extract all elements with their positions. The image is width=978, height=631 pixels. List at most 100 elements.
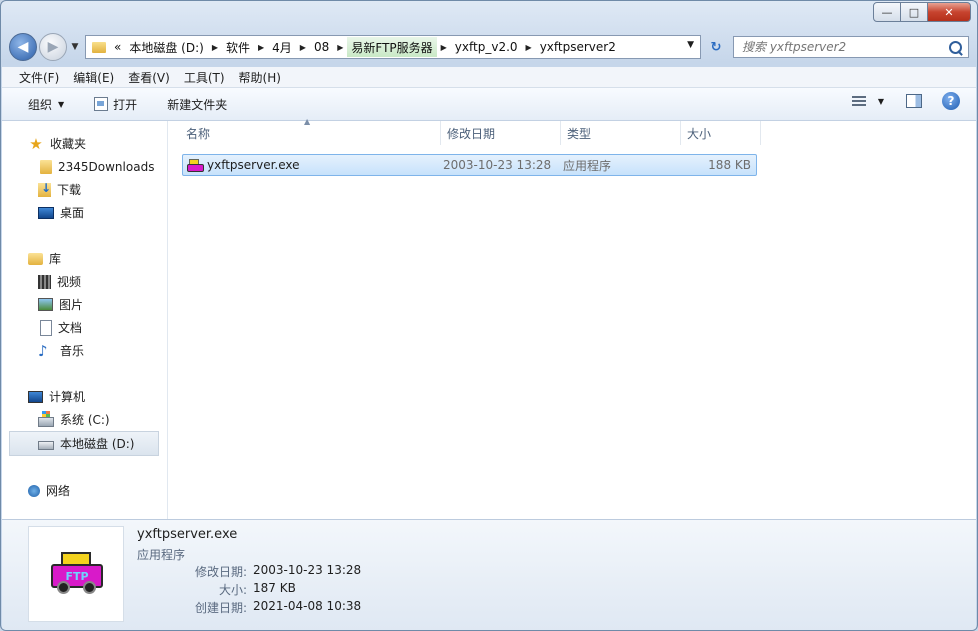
- view-controls: ▼ ?: [851, 92, 960, 110]
- new-folder-button[interactable]: 新建文件夹: [159, 92, 235, 116]
- menu-help[interactable]: 帮助(H): [232, 69, 288, 86]
- file-size: 188 KB: [708, 158, 751, 172]
- breadcrumb-yixin-ftp[interactable]: 易新FTP服务器: [347, 37, 437, 57]
- sidebar-item-pictures[interactable]: 图片: [2, 293, 167, 316]
- back-button[interactable]: ◀: [9, 33, 37, 61]
- breadcrumb-april[interactable]: 4月: [268, 37, 296, 57]
- ftp-truck-icon: FTP: [51, 552, 103, 594]
- view-options-icon[interactable]: [851, 96, 866, 106]
- search-input[interactable]: [740, 39, 944, 55]
- column-modified[interactable]: 修改日期: [441, 121, 561, 145]
- computer-group: 计算机 系统 (C:) 本地磁盘 (D:): [2, 385, 167, 456]
- computer-icon: [28, 390, 43, 403]
- chevron-right-icon[interactable]: ▶: [437, 43, 451, 52]
- menu-view[interactable]: 查看(V): [121, 69, 177, 86]
- breadcrumb-yxftpserver2[interactable]: yxftpserver2: [536, 37, 620, 57]
- file-list: ▲ 名称 修改日期 类型 大小 yxftpserver.exe 2003-10-…: [168, 117, 976, 519]
- column-type[interactable]: 类型: [561, 121, 681, 145]
- file-type: 应用程序: [563, 158, 612, 173]
- close-button[interactable]: ✕: [928, 2, 971, 22]
- sidebar-computer[interactable]: 计算机: [2, 385, 167, 408]
- maximize-button[interactable]: □: [901, 2, 928, 22]
- column-label: 名称: [186, 126, 211, 141]
- chevron-right-icon[interactable]: ▶: [254, 43, 268, 52]
- details-file-type: 应用程序: [137, 548, 186, 562]
- sidebar-item-2345downloads[interactable]: 2345Downloads: [2, 155, 167, 178]
- details-value: 2003-10-23 13:28: [253, 563, 362, 577]
- sidebar-item-drive-d[interactable]: 本地磁盘 (D:): [9, 431, 159, 456]
- view-dropdown-icon[interactable]: ▼: [878, 97, 884, 106]
- sidebar-item-drive-c[interactable]: 系统 (C:): [2, 408, 167, 431]
- open-icon: [94, 97, 109, 111]
- details-label: 创建日期:: [194, 601, 247, 615]
- sidebar-label: 计算机: [49, 390, 86, 404]
- column-name[interactable]: ▲ 名称: [168, 117, 441, 145]
- details-label: 修改日期:: [194, 565, 247, 579]
- sidebar-favorites[interactable]: ★ 收藏夹: [2, 132, 167, 155]
- download-folder-icon: [38, 181, 51, 197]
- open-label: 打开: [113, 97, 138, 112]
- table-row[interactable]: yxftpserver.exe 2003-10-23 13:28 应用程序 18…: [182, 154, 757, 176]
- sidebar-label: 收藏夹: [50, 137, 87, 151]
- help-icon[interactable]: ?: [942, 92, 960, 110]
- navigation-pane: ★ 收藏夹 2345Downloads 下载 桌面 库: [2, 121, 168, 519]
- sidebar-item-desktop[interactable]: 桌面: [2, 201, 167, 224]
- refresh-icon[interactable]: ↻: [705, 36, 727, 58]
- system-drive-icon: [38, 410, 54, 427]
- desktop-icon: [38, 206, 54, 219]
- hard-drive-icon: [38, 441, 54, 450]
- sidebar-libraries[interactable]: 库: [2, 247, 167, 270]
- breadcrumb-overflow[interactable]: «: [110, 37, 125, 57]
- file-thumbnail: FTP: [28, 526, 124, 622]
- organize-label: 组织: [28, 97, 53, 112]
- recent-pages-dropdown[interactable]: ▼: [69, 42, 81, 52]
- favorites-group: ★ 收藏夹 2345Downloads 下载 桌面: [2, 132, 167, 224]
- breadcrumb-yxftp-v2[interactable]: yxftp_v2.0: [451, 37, 522, 57]
- forward-button[interactable]: ▶: [39, 33, 67, 61]
- sidebar-label: 库: [49, 252, 62, 266]
- wheel-icon: [83, 581, 96, 594]
- sidebar-item-music[interactable]: ♪ 音乐: [2, 339, 167, 362]
- details-value: 187 KB: [253, 581, 296, 595]
- search-icon[interactable]: [949, 40, 962, 54]
- ftp-truck-icon: [187, 159, 204, 172]
- sidebar-label: 系统 (C:): [60, 413, 110, 427]
- sidebar-label: 2345Downloads: [58, 159, 155, 174]
- chevron-right-icon[interactable]: ▶: [333, 43, 347, 52]
- sidebar-label: 视频: [57, 275, 82, 289]
- details-pane: FTP yxftpserver.exe 应用程序 修改日期: 2003-10-2…: [2, 519, 976, 630]
- file-modified: 2003-10-23 13:28: [443, 158, 552, 172]
- sidebar-item-downloads[interactable]: 下载: [2, 178, 167, 201]
- window-controls: — □ ✕: [873, 2, 971, 22]
- breadcrumb-drive-d[interactable]: 本地磁盘 (D:): [125, 37, 207, 57]
- sidebar-label: 下载: [57, 183, 82, 197]
- sidebar-item-videos[interactable]: 视频: [2, 270, 167, 293]
- details-row: 大小: 187 KB: [137, 581, 296, 598]
- preview-pane-icon[interactable]: [906, 94, 922, 108]
- forward-arrow-icon: ▶: [47, 39, 59, 55]
- chevron-right-icon[interactable]: ▶: [208, 43, 222, 52]
- sidebar-label: 网络: [46, 484, 71, 498]
- menu-edit[interactable]: 编辑(E): [66, 69, 121, 86]
- file-name: yxftpserver.exe: [207, 158, 300, 172]
- address-bar[interactable]: « 本地磁盘 (D:) ▶ 软件 ▶ 4月 ▶ 08 ▶ 易新FTP服务器 ▶ …: [85, 35, 701, 59]
- explorer-window: — □ ✕ ◀ ▶ ▼ « 本地磁盘 (D:) ▶ 软件 ▶ 4月 ▶ 08 ▶…: [0, 0, 978, 631]
- navigation-row: ◀ ▶ ▼ « 本地磁盘 (D:) ▶ 软件 ▶ 4月 ▶ 08 ▶ 易新FTP…: [9, 33, 969, 61]
- chevron-right-icon[interactable]: ▶: [522, 43, 536, 52]
- organize-button[interactable]: 组织 ▼: [20, 92, 72, 116]
- breadcrumb-software[interactable]: 软件: [222, 37, 254, 57]
- caret-down-icon: ▼: [58, 99, 65, 109]
- sidebar-network[interactable]: 网络: [2, 479, 167, 502]
- breadcrumb-08[interactable]: 08: [310, 37, 333, 57]
- search-box[interactable]: [733, 36, 969, 58]
- sidebar-item-documents[interactable]: 文档: [2, 316, 167, 339]
- minimize-button[interactable]: —: [873, 2, 901, 22]
- sidebar-label: 图片: [59, 298, 84, 312]
- wheel-icon: [57, 581, 70, 594]
- address-dropdown-icon[interactable]: ▼: [687, 40, 694, 50]
- menu-tools[interactable]: 工具(T): [177, 69, 232, 86]
- column-size[interactable]: 大小: [681, 121, 761, 145]
- menu-file[interactable]: 文件(F): [12, 69, 66, 86]
- open-button[interactable]: 打开: [86, 92, 145, 116]
- chevron-right-icon[interactable]: ▶: [296, 43, 310, 52]
